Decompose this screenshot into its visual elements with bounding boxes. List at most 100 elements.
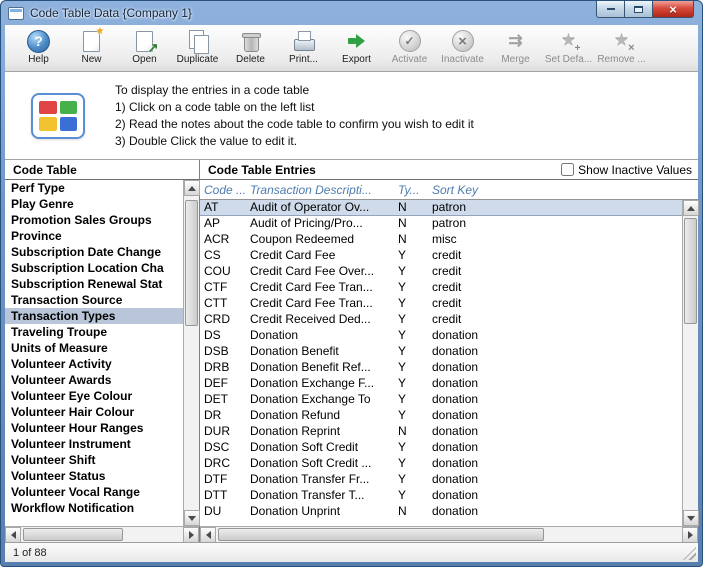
maximize-icon [634,5,643,13]
instructions-text: To display the entries in a code table 1… [115,82,474,150]
scroll-track[interactable] [683,216,698,510]
code-table-item[interactable]: Volunteer Awards [5,372,183,388]
code-table-item[interactable]: Traveling Troupe [5,324,183,340]
column-header[interactable]: Code ... [204,183,250,197]
scroll-thumb[interactable] [684,218,697,324]
code-table-item[interactable]: Perf Type [5,180,183,196]
show-inactive-toggle[interactable]: Show Inactive Values [561,163,692,177]
code-table-item[interactable]: Transaction Types [5,308,183,324]
toolbar-button-delete[interactable]: Delete [227,28,274,65]
column-header[interactable]: Ty... [398,183,432,197]
entry-row[interactable]: DRC Donation Soft Credit ... Ydonation [200,456,682,472]
scroll-thumb[interactable] [185,200,198,326]
scroll-down-button[interactable] [184,510,200,526]
code-table-item[interactable]: Volunteer Activity [5,356,183,372]
toolbar-button-activate[interactable]: Activate [386,28,433,65]
entry-row[interactable]: AT Audit of Operator Ov... Npatron [200,200,682,216]
entry-row[interactable]: DSC Donation Soft Credit Ydonation [200,440,682,456]
column-header[interactable]: Transaction Descripti... [250,183,398,197]
entry-code: DSC [204,440,230,454]
scroll-thumb[interactable] [218,528,545,541]
entry-code: DTT [204,488,228,502]
code-table-item[interactable]: Volunteer Instrument [5,436,183,452]
minimize-button[interactable] [596,1,625,18]
entries-horizontal-scrollbar[interactable] [200,526,698,543]
toolbar-button-help[interactable]: Help [15,28,62,65]
entry-row[interactable]: CRD Credit Received Ded... Ycredit [200,312,682,328]
code-table-item[interactable]: Province [5,228,183,244]
entry-row[interactable]: DTF Donation Transfer Fr... Ydonation [200,472,682,488]
scroll-left-button[interactable] [5,527,21,543]
entry-code: CS [204,248,221,262]
toolbar-button-label: Print... [289,54,318,65]
toolbar-button-new[interactable]: New [68,26,115,65]
entry-row[interactable]: DRB Donation Benefit Ref... Ydonation [200,360,682,376]
code-table-item[interactable]: Play Genre [5,196,183,212]
code-table-item[interactable]: Units of Measure [5,340,183,356]
resize-grip[interactable] [683,547,696,560]
code-table-item[interactable]: Transaction Source [5,292,183,308]
entry-row[interactable]: DUR Donation Reprint Ndonation [200,424,682,440]
scroll-thumb[interactable] [23,528,124,541]
code-table-item[interactable]: Subscription Renewal Stat [5,276,183,292]
entry-row[interactable]: DR Donation Refund Ydonation [200,408,682,424]
arrow-down-icon [188,515,196,521]
entry-code: DU [204,504,222,518]
column-header[interactable]: Sort Key [432,183,698,197]
code-table-item[interactable]: Volunteer Eye Colour [5,388,183,404]
toolbar-button-print[interactable]: Print... [280,28,327,65]
toolbar-button-duplicate[interactable]: Duplicate [174,28,221,65]
delete-icon [239,28,263,54]
entry-row[interactable]: DEF Donation Exchange F... Ydonation [200,376,682,392]
scroll-track[interactable] [21,527,183,542]
titlebar[interactable]: Code Table Data {Company 1} × [5,1,698,25]
show-inactive-checkbox[interactable] [561,163,575,176]
scroll-left-button[interactable] [200,527,216,543]
toolbar-button-open[interactable]: Open [121,28,168,65]
entry-row[interactable]: DET Donation Exchange To Ydonation [200,392,682,408]
set-default-icon [557,28,581,54]
info-icon-cell [59,117,77,131]
scroll-up-button[interactable] [184,180,200,196]
scroll-track[interactable] [216,527,682,542]
code-table-item[interactable]: Volunteer Shift [5,452,183,468]
code-table-item[interactable]: Subscription Date Change [5,244,183,260]
maximize-button[interactable] [625,1,652,18]
toolbar-button-inactivate[interactable]: Inactivate [439,28,486,65]
close-button[interactable]: × [652,1,694,18]
code-table-item[interactable]: Volunteer Hair Colour [5,404,183,420]
entry-type: Y [398,328,407,342]
entry-code: ACR [204,232,230,246]
scroll-up-button[interactable] [683,200,699,216]
toolbar-button-export[interactable]: Export [333,28,380,65]
toolbar-button-set-default[interactable]: Set Defa... [545,28,592,65]
entry-row[interactable]: CS Credit Card Fee Ycredit [200,248,682,264]
scroll-down-button[interactable] [683,510,699,526]
entry-row[interactable]: DS Donation Ydonation [200,328,682,344]
main-content: Code Table Perf Type Play Genre Promotion … [5,160,699,543]
code-table-item[interactable]: Volunteer Vocal Range [5,484,183,500]
code-table-item[interactable]: Volunteer Status [5,468,183,484]
entries-title: Code Table Entries [208,162,316,177]
code-table-item[interactable]: Workflow Notification [5,500,183,516]
code-table-item[interactable]: Promotion Sales Groups [5,212,183,228]
toolbar-button-merge[interactable]: Merge [492,28,539,65]
entry-type: Y [398,264,407,278]
entry-row[interactable]: COU Credit Card Fee Over... Ycredit [200,264,682,280]
code-table-vertical-scrollbar[interactable] [183,180,200,526]
entry-row[interactable]: ACR Coupon Redeemed Nmisc [200,232,682,248]
code-table-horizontal-scrollbar[interactable] [5,526,199,543]
entry-row[interactable]: DU Donation Unprint Ndonation [200,504,682,520]
scroll-right-button[interactable] [183,527,199,543]
code-table-item[interactable]: Subscription Location Cha [5,260,183,276]
code-table-item[interactable]: Volunteer Hour Ranges [5,420,183,436]
toolbar-button-remove[interactable]: Remove ... [597,28,645,65]
entry-row[interactable]: DTT Donation Transfer T... Ydonation [200,488,682,504]
scroll-right-button[interactable] [682,527,698,543]
entry-row[interactable]: AP Audit of Pricing/Pro... Npatron [200,216,682,232]
entry-row[interactable]: DSB Donation Benefit Ydonation [200,344,682,360]
scroll-track[interactable] [184,196,199,510]
entries-vertical-scrollbar[interactable] [682,200,699,526]
entry-row[interactable]: CTT Credit Card Fee Tran... Ycredit [200,296,682,312]
entry-row[interactable]: CTF Credit Card Fee Tran... Ycredit [200,280,682,296]
